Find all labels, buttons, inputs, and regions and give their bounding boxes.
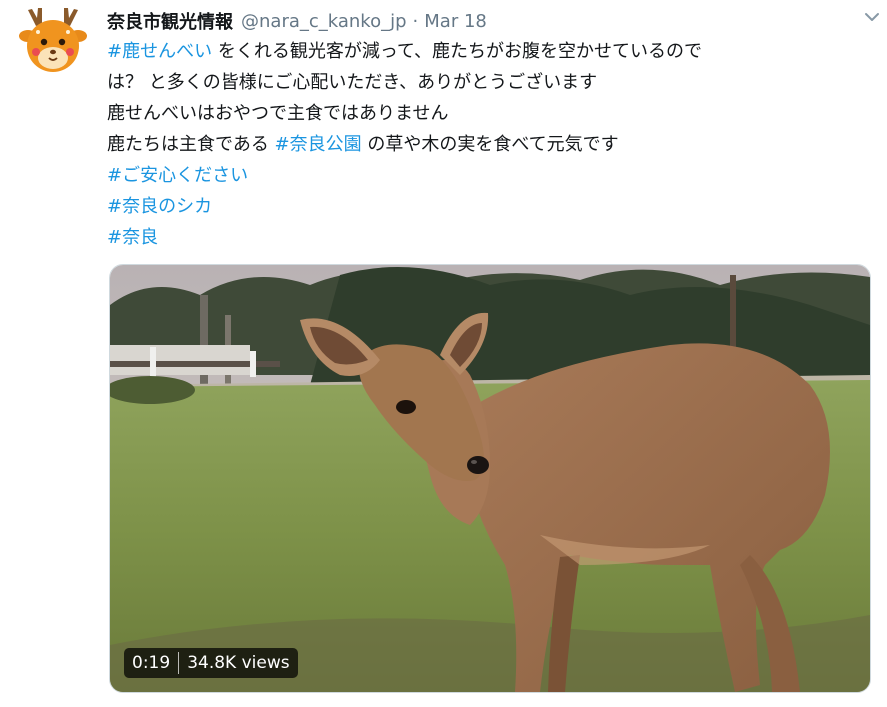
tweet-text: #鹿せんべい をくれる観光客が減って、鹿たちがお腹を空かせているのでは？ と多く… [107,36,873,253]
tweet-text-line: 鹿せんべいはおやつで主食ではありません [107,98,873,129]
tweet-text-segment: 鹿せんべいはおやつで主食ではありません [107,103,449,124]
tweet-text-line: は？ と多くの皆様にご心配いただき、ありがとうございます [107,67,873,98]
deer-mascot-avatar-icon [19,8,87,72]
hashtag-link[interactable]: #ご安心ください [107,165,248,186]
tweet-text-segment: 鹿たちは主食である [107,134,275,155]
chevron-down-icon [865,13,879,21]
tweet-text-line: #ご安心ください [107,160,873,191]
tweet-text-line: 鹿たちは主食である #奈良公園 の草や木の実を食べて元気です [107,129,873,160]
video-meta-badge: 0:19 34.8K views [124,648,298,678]
meta-divider [178,652,180,674]
hashtag-link[interactable]: #奈良公園 [275,134,362,155]
tweet-text-line: #鹿せんべい をくれる観光客が減って、鹿たちがお腹を空かせているので [107,36,873,67]
tweet-text-line: #奈良 [107,222,873,253]
video-duration: 0:19 [132,653,171,673]
tweet-content: 奈良市観光情報 @nara_c_kanko_jp · Mar 18 #鹿せんべい… [107,6,873,253]
hashtag-link[interactable]: #奈良のシカ [107,196,212,217]
hashtag-link[interactable]: #奈良 [107,227,158,248]
video-thumbnail-deer [110,265,870,692]
separator-dot: · [412,10,419,32]
hashtag-link[interactable]: #鹿せんべい [107,41,212,62]
tweet-text-segment: は？ と多くの皆様にご心配いただき、ありがとうございます [107,72,598,93]
tweet-text-line: #奈良のシカ [107,191,873,222]
tweet-date[interactable]: Mar 18 [424,11,487,32]
avatar[interactable] [18,4,88,78]
display-name[interactable]: 奈良市観光情報 [107,8,233,34]
tweet-text-segment: をくれる観光客が減って、鹿たちがお腹を空かせているので [212,41,703,62]
user-handle[interactable]: @nara_c_kanko_jp [241,11,407,32]
video-player[interactable]: 0:19 34.8K views [109,264,871,693]
tweet-header: 奈良市観光情報 @nara_c_kanko_jp · Mar 18 [107,6,873,36]
tweet-menu-button[interactable] [861,6,883,28]
video-view-count: 34.8K views [187,653,290,673]
tweet-text-segment: の草や木の実を食べて元気です [361,134,619,155]
